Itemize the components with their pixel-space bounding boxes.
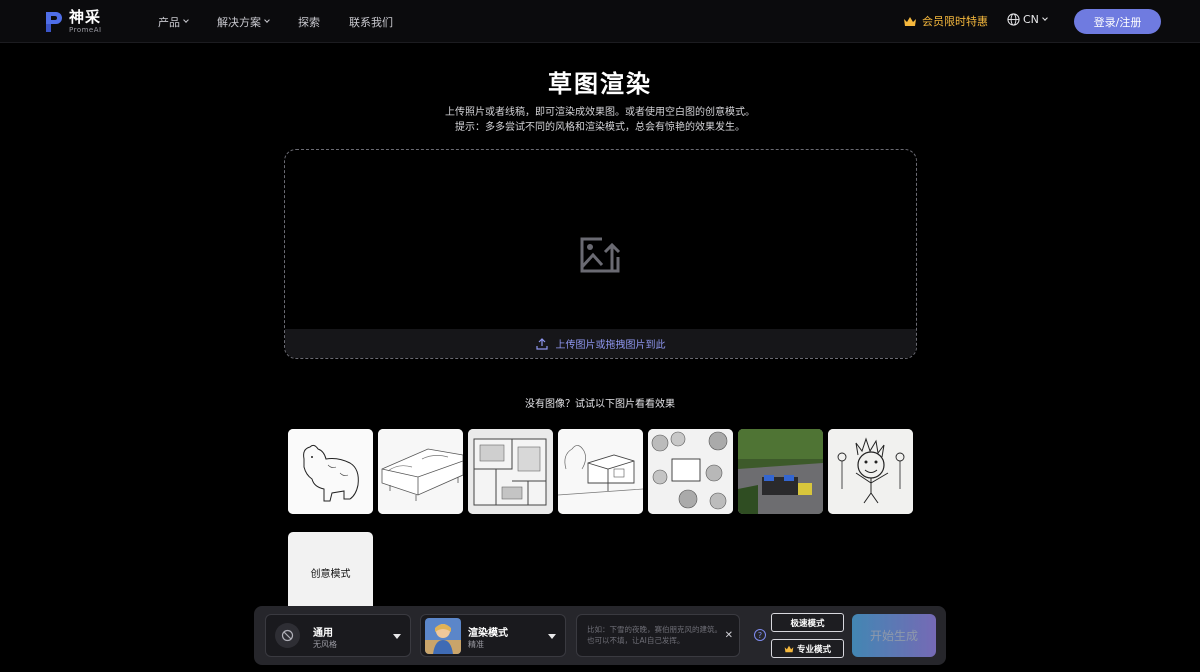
creative-mode-card[interactable]: 创意模式 <box>288 532 373 612</box>
sample-kid-drawing[interactable] <box>828 429 913 514</box>
render-mode-selector[interactable]: 渲染模式 精准 <box>420 614 566 657</box>
nav-item-contact[interactable]: 联系我们 <box>349 14 393 30</box>
sample-sofa-sketch[interactable] <box>378 429 463 514</box>
logo-mark-icon <box>46 12 62 32</box>
nav-item-explore[interactable]: 探索 <box>298 14 320 30</box>
generation-toolbar: 通用 无风格 渲染模式 精准 比如：下雪的夜晚，赛伯朋克风的建筑。也可以不填，让… <box>254 606 946 665</box>
lang-label: CN <box>1023 13 1039 26</box>
kid-drawing-image <box>828 429 913 514</box>
render-mode-sub: 精准 <box>468 640 484 649</box>
crown-icon <box>784 645 794 652</box>
render-mode-thumbnail <box>425 618 461 654</box>
crown-icon <box>904 16 916 26</box>
logo-en-text: PromeAI <box>69 26 102 34</box>
style-selector[interactable]: 通用 无风格 <box>265 614 411 657</box>
nav-item-solutions[interactable]: 解决方案 <box>217 14 270 30</box>
globe-icon <box>1007 13 1020 26</box>
pro-mode-label: 专业模式 <box>796 644 831 655</box>
chevron-down-icon <box>183 17 189 23</box>
start-generate-button[interactable]: 开始生成 <box>852 614 936 657</box>
page-subtitle: 上传照片或者线稿，即可渲染成效果图。或者使用空白图的创意模式。 <box>445 107 755 118</box>
language-selector[interactable]: CN <box>1007 13 1048 26</box>
caret-down-icon <box>548 634 556 639</box>
bear-sketch-image <box>288 429 373 514</box>
upload-arrow-icon <box>535 337 548 350</box>
logo[interactable]: 神采 PromeAI <box>44 9 124 35</box>
nav-item-products[interactable]: 产品 <box>158 14 189 30</box>
nav-item-label: 解决方案 <box>217 15 261 29</box>
render-mode-name: 渲染模式 <box>468 628 508 639</box>
sample-floorplan-sketch[interactable] <box>468 429 553 514</box>
page-tip: 提示：多多尝试不同的风格和渲染模式，总会有惊艳的效果发生。 <box>455 122 745 133</box>
samples-hint: 没有图像？试试以下图片看看效果 <box>525 399 675 410</box>
patio-photo-image <box>738 429 823 514</box>
main-nav: 产品 解决方案 探索 联系我们 <box>158 0 422 43</box>
logo-cn-text: 神采 <box>69 8 102 26</box>
page-title: 草图渲染 <box>548 70 652 98</box>
chevron-down-icon <box>264 17 270 23</box>
nav-item-label: 探索 <box>298 15 320 29</box>
style-sub: 无风格 <box>313 640 337 649</box>
top-header: 神采 PromeAI 产品 解决方案 探索 联系我们 会员限时特惠 CN 登录/… <box>0 0 1200 43</box>
nav-item-label: 联系我们 <box>349 15 393 29</box>
upload-label: 上传图片或拖拽图片到此 <box>555 340 666 351</box>
sample-patio-photo[interactable] <box>738 429 823 514</box>
upload-button[interactable]: 上传图片或拖拽图片到此 <box>285 329 916 358</box>
pro-mode-button[interactable]: 专业模式 <box>771 639 844 658</box>
prompt-input[interactable]: 比如：下雪的夜晚，赛伯朋克风的建筑。也可以不填，让AI自己发挥。 ✕ <box>576 614 740 657</box>
chevron-down-icon <box>1042 15 1048 21</box>
no-style-icon <box>275 623 300 648</box>
fast-mode-button[interactable]: 极速模式 <box>771 613 844 632</box>
floorplan-sketch-image <box>468 429 553 514</box>
prompt-placeholder: 比如：下雪的夜晚，赛伯朋克风的建筑。也可以不填，让AI自己发挥。 <box>587 625 722 645</box>
help-icon[interactable]: ? <box>754 629 766 641</box>
sample-house-sketch[interactable] <box>558 429 643 514</box>
nav-item-label: 产品 <box>158 15 180 29</box>
caret-down-icon <box>393 634 401 639</box>
style-name: 通用 <box>313 628 333 639</box>
sample-garden-plan-sketch[interactable] <box>648 429 733 514</box>
sofa-sketch-image <box>378 429 463 514</box>
house-sketch-image <box>558 429 643 514</box>
clear-icon[interactable]: ✕ <box>725 630 733 641</box>
member-promo-link[interactable]: 会员限时特惠 <box>903 13 988 29</box>
garden-plan-image <box>648 429 733 514</box>
image-upload-dropzone[interactable]: 上传图片或拖拽图片到此 <box>284 149 917 359</box>
image-upload-icon <box>580 237 621 273</box>
login-register-button[interactable]: 登录/注册 <box>1074 9 1161 34</box>
sample-bear-sketch[interactable] <box>288 429 373 514</box>
promo-label: 会员限时特惠 <box>922 15 988 28</box>
